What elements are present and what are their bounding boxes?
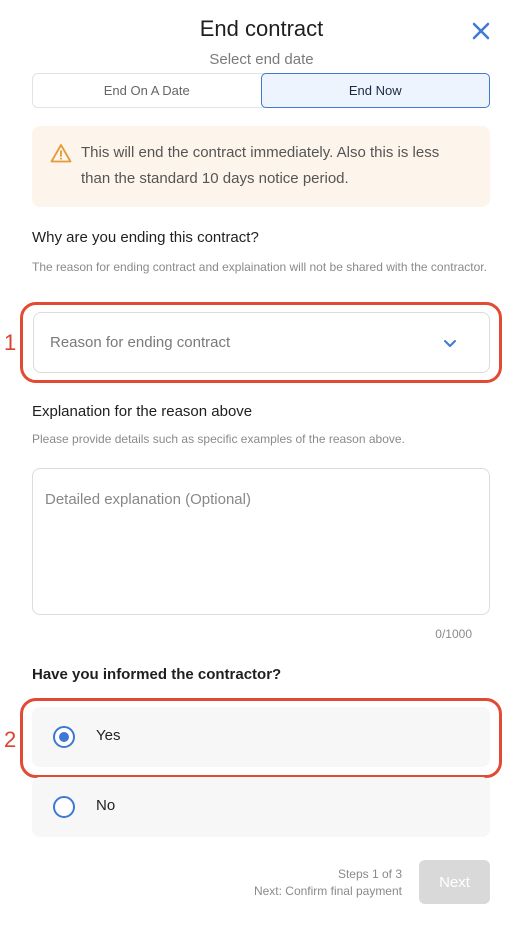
- reason-help-text: The reason for ending contract and expla…: [32, 260, 487, 274]
- modal-subtitle: Select end date: [209, 51, 314, 68]
- explanation-textarea[interactable]: [32, 468, 490, 615]
- explanation-label: Explanation for the reason above: [32, 403, 253, 420]
- reason-dropdown-placeholder: Reason for ending contract: [50, 334, 231, 351]
- next-button[interactable]: Next: [419, 860, 490, 904]
- warning-icon: [50, 144, 72, 163]
- radio-button-no[interactable]: [53, 796, 75, 818]
- annotation-marker-1: 1: [4, 330, 17, 355]
- informed-question: Have you informed the contractor?: [32, 666, 282, 683]
- character-counter: 0/1000: [435, 627, 472, 641]
- radio-option-no[interactable]: No: [32, 777, 490, 837]
- radio-option-yes[interactable]: Yes: [32, 707, 490, 767]
- reason-dropdown[interactable]: Reason for ending contract: [33, 312, 490, 373]
- radio-label-yes: Yes: [96, 727, 121, 744]
- close-icon[interactable]: [470, 20, 492, 42]
- tab-end-now[interactable]: End Now: [260, 73, 490, 108]
- radio-button-yes[interactable]: [53, 726, 75, 748]
- explanation-help-text: Please provide details such as specific …: [32, 432, 405, 446]
- step-count: Steps 1 of 3: [337, 867, 402, 881]
- modal-title: End contract: [199, 16, 324, 41]
- end-option-toggle: End On A Date End Now: [32, 73, 490, 108]
- chevron-down-icon: [444, 340, 456, 347]
- step-indicator: Steps 1 of 3 Next: Confirm final payment: [200, 866, 402, 900]
- radio-label-no: No: [96, 797, 116, 814]
- next-step-label: Next: Confirm final payment: [253, 884, 402, 898]
- reason-question: Why are you ending this contract?: [32, 229, 259, 246]
- alert-text: This will end the contract immediately. …: [81, 144, 440, 187]
- tab-end-on-a-date[interactable]: End On A Date: [33, 74, 261, 107]
- annotation-marker-2: 2: [4, 727, 17, 752]
- notice-alert: This will end the contract immediately. …: [32, 126, 490, 207]
